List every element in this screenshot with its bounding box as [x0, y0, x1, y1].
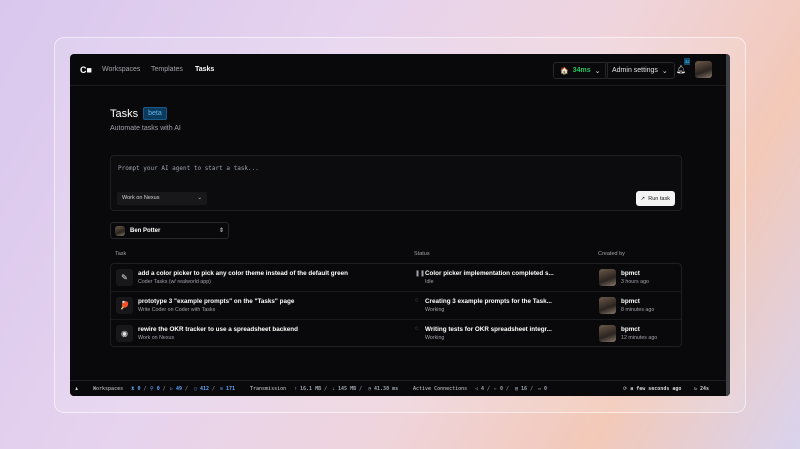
last-updated: ⟳ a few seconds ago	[623, 385, 682, 392]
nav-templates[interactable]: Templates	[151, 66, 183, 73]
column-status: Status	[414, 251, 430, 257]
conn-pty: ▭ 0	[538, 385, 548, 392]
ws-stopped[interactable]: ▢ 412 /	[194, 386, 215, 392]
latency-value: 34ms	[572, 67, 591, 74]
task-status: Writing tests for OKR spreadsheet integr…	[425, 326, 552, 333]
prompt-box[interactable]: Prompt your AI agent to start a task... …	[110, 155, 682, 211]
task-state: Working	[425, 335, 445, 341]
active-connections-label: Active Connections	[413, 385, 468, 392]
task-template: Coder Tasks (w/ realworld app)	[138, 279, 211, 285]
pause-icon: ❚❚	[415, 271, 426, 277]
admin-settings-button[interactable]: Admin settings ⌄	[605, 62, 675, 79]
nav-workspaces[interactable]: Workspaces	[102, 66, 140, 73]
region-icon: 🏠	[560, 67, 569, 75]
app-window: C■ Workspaces Templates Tasks 🏠 34ms ⌄ Adm…	[70, 54, 730, 396]
scrollbar[interactable]	[726, 54, 730, 396]
creator-avatar	[599, 325, 616, 342]
task-icon: ◉	[116, 325, 133, 342]
table-row[interactable]: 🏓 prototype 3 "example prompts" on the "…	[111, 292, 681, 320]
tx-received: ⇣ 145 MB /	[332, 385, 363, 392]
prompt-input[interactable]: Prompt your AI agent to start a task...	[118, 165, 259, 172]
run-task-button[interactable]: ➚ Run task	[635, 191, 675, 206]
creator-name: bpmct	[621, 326, 640, 333]
conn-ssh: ▤ 16 /	[515, 385, 534, 392]
task-state: Idle	[425, 279, 434, 285]
task-template: Write Coder on Coder with Tasks	[138, 307, 216, 313]
created-time: 3 hours ago	[621, 279, 649, 285]
spinner-icon: ◌	[415, 326, 419, 332]
template-select[interactable]: Work on Nexus ⌄	[117, 192, 207, 205]
nav-tasks[interactable]: Tasks	[195, 66, 214, 73]
table-row[interactable]: ◉ rewire the OKR tracker to use a spread…	[111, 320, 681, 348]
creator-avatar	[599, 269, 616, 286]
chevron-down-icon: ⌄	[661, 67, 668, 75]
task-name[interactable]: rewire the OKR tracker to use a spreadsh…	[138, 326, 298, 333]
created-time: 8 minutes ago	[621, 307, 655, 313]
conn-jetbrains: ▹ 0 /	[494, 385, 510, 392]
task-icon: ✎	[116, 269, 133, 286]
run-task-label: Run task	[648, 195, 670, 202]
coder-logo[interactable]: C■	[80, 65, 92, 75]
refresh-button[interactable]: ↻ 24s	[694, 386, 709, 392]
task-template: Work on Nexus	[138, 335, 175, 341]
coder-icon: ♟	[75, 385, 79, 392]
admin-settings-label: Admin settings	[612, 67, 658, 74]
conn-vscode: ◁ 4 /	[475, 385, 491, 392]
template-select-value: Work on Nexus	[122, 195, 160, 201]
beta-badge: beta	[143, 107, 167, 120]
creator-avatar	[599, 297, 616, 314]
tasks-table: ✎ add a color picker to pick any color t…	[110, 263, 682, 347]
user-avatar[interactable]	[695, 61, 712, 78]
tx-sent: ⇡ 16.1 MB /	[294, 385, 328, 392]
workspaces-label: Workspaces	[93, 385, 124, 392]
ws-deleted[interactable]: ⊘ 171	[220, 386, 235, 392]
status-bar: ♟ Workspaces ⧗ 0 / ⚲ 0 / ▷ 49 / ▢ 412 / …	[70, 380, 730, 396]
creator-name: bpmct	[621, 270, 640, 277]
page-title: Tasks beta	[110, 107, 167, 120]
chevron-up-down-icon: ⇕	[218, 228, 224, 234]
created-time: 12 minutes ago	[621, 335, 658, 341]
table-row[interactable]: ✎ add a color picker to pick any color t…	[111, 264, 681, 292]
latency-button[interactable]: 🏠 34ms ⌄	[553, 62, 608, 79]
navbar: C■ Workspaces Templates Tasks 🏠 34ms ⌄ Adm…	[70, 54, 730, 86]
notification-badge: 32	[684, 58, 691, 65]
title-text: Tasks	[110, 107, 139, 120]
transmission-label: Transmission	[250, 385, 287, 392]
column-task: Task	[115, 251, 127, 257]
task-state: Working	[425, 307, 445, 313]
chevron-down-icon: ⌄	[197, 195, 202, 201]
creator-name: bpmct	[621, 298, 640, 305]
ws-running[interactable]: ▷ 49 /	[170, 386, 188, 392]
task-status: Creating 3 example prompts for the Task.…	[425, 298, 552, 305]
user-filter-select[interactable]: Ben Potter ⇕	[110, 222, 229, 239]
task-icon: 🏓	[116, 297, 133, 314]
send-icon: ➚	[640, 195, 646, 202]
column-created-by: Created by	[598, 251, 625, 257]
ws-starting[interactable]: ⚲ 0 /	[150, 386, 166, 392]
user-filter-value: Ben Potter	[130, 227, 161, 234]
task-name[interactable]: prototype 3 "example prompts" on the "Ta…	[138, 298, 294, 305]
bell-icon[interactable]: 🔔︎	[676, 65, 686, 74]
chevron-down-icon: ⌄	[594, 67, 601, 75]
spinner-icon: ◌	[415, 298, 419, 304]
ws-pending[interactable]: ⧗ 0 /	[131, 386, 147, 392]
task-status: Color picker implementation completed s.…	[425, 270, 554, 277]
tx-latency: ◔ 41.30 ms	[368, 385, 399, 392]
task-name[interactable]: add a color picker to pick any color the…	[138, 270, 348, 277]
page-subtitle: Automate tasks with AI	[110, 125, 181, 132]
avatar	[115, 225, 125, 236]
